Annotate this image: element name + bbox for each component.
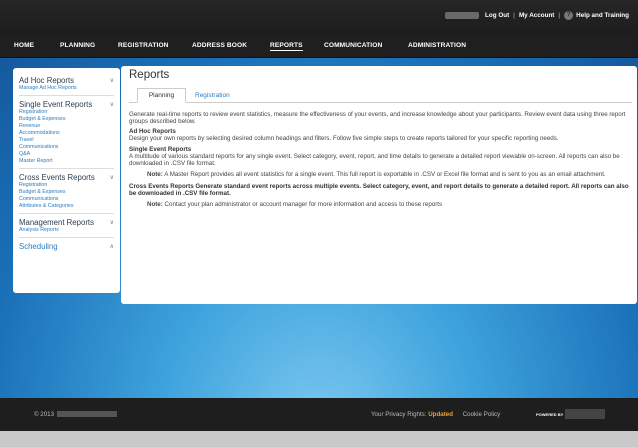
reports-panel: Reports Planning Registration Generate r… xyxy=(121,66,637,304)
sidebar-item-accommodations[interactable]: Accommodations xyxy=(19,130,114,137)
sidebar-item-master-report[interactable]: Master Report xyxy=(19,158,114,165)
bottom-strip xyxy=(0,431,638,447)
page-title: Reports xyxy=(129,69,170,81)
company-name-redacted xyxy=(57,411,118,418)
tab-registration[interactable]: Registration xyxy=(195,92,230,99)
nav-reports[interactable]: REPORTS xyxy=(270,42,303,51)
sidebar-heading-ad-hoc[interactable]: Ad Hoc Reports ∨ xyxy=(19,76,114,85)
sidebar-item-communications[interactable]: Communications xyxy=(19,144,114,151)
sidebar-section-ad-hoc: Ad Hoc Reports ∨ Manage Ad Hoc Reports xyxy=(19,76,114,96)
top-utility-bar: Log Out | My Account | ? Help and Traini… xyxy=(0,0,638,34)
sidebar-item-qa[interactable]: Q&A xyxy=(19,151,114,158)
reports-sidebar: Ad Hoc Reports ∨ Manage Ad Hoc Reports S… xyxy=(13,68,120,293)
sidebar-heading-management[interactable]: Management Reports ∨ xyxy=(19,218,114,227)
adhoc-heading: Ad Hoc Reports xyxy=(129,128,176,135)
content-stage: Ad Hoc Reports ∨ Manage Ad Hoc Reports S… xyxy=(0,58,638,398)
contact-note: Note: Contact your plan administrator or… xyxy=(147,201,443,208)
powered-by-logo-redacted xyxy=(565,409,606,419)
sidebar-section-cross-events: Cross Events Reports ∨ Registration Budg… xyxy=(19,173,114,214)
chevron-up-icon[interactable]: ∧ xyxy=(110,243,114,250)
sidebar-item-travel[interactable]: Travel xyxy=(19,137,114,144)
nav-administration[interactable]: ADMINISTRATION xyxy=(408,42,466,49)
adhoc-text: Design your own reports by selecting des… xyxy=(129,135,559,142)
nav-registration[interactable]: REGISTRATION xyxy=(118,42,169,49)
intro-text: Generate real-time reports to review eve… xyxy=(129,111,626,125)
privacy-links: Your Privacy Rights: Updated Cookie Poli… xyxy=(371,411,500,418)
sidebar-item-cross-budget[interactable]: Budget & Expenses xyxy=(19,189,114,196)
single-event-heading: Single Event Reports xyxy=(129,146,192,153)
copyright: © 2013 xyxy=(34,411,118,418)
cookie-policy-link[interactable]: Cookie Policy xyxy=(463,411,501,418)
help-training-link[interactable]: Help and Training xyxy=(576,12,629,19)
sidebar-section-single-event: Single Event Reports ∨ Registration Budg… xyxy=(19,100,114,169)
updated-badge[interactable]: Updated xyxy=(428,411,453,418)
sidebar-item-budget[interactable]: Budget & Expenses xyxy=(19,116,114,123)
chevron-down-icon[interactable]: ∨ xyxy=(110,101,114,108)
chevron-down-icon[interactable]: ∨ xyxy=(110,219,114,226)
sidebar-item-cross-communications[interactable]: Communications xyxy=(19,196,114,203)
username-redacted xyxy=(445,11,480,19)
utility-links: Log Out | My Account | ? Help and Traini… xyxy=(445,9,629,21)
reports-description: Generate real-time reports to review eve… xyxy=(129,111,632,211)
sidebar-section-scheduling: Scheduling ∧ xyxy=(19,242,114,254)
sidebar-item-manage-ad-hoc[interactable]: Manage Ad Hoc Reports xyxy=(19,85,114,92)
nav-address-book[interactable]: ADDRESS BOOK xyxy=(192,42,247,49)
sidebar-section-management: Management Reports ∨ Analysis Reports xyxy=(19,218,114,238)
sidebar-heading-scheduling[interactable]: Scheduling ∧ xyxy=(19,242,114,251)
help-icon[interactable]: ? xyxy=(564,10,574,20)
sidebar-item-revenue[interactable]: Revenue xyxy=(19,123,114,130)
powered-by: POWERED BY xyxy=(536,409,606,419)
footer: © 2013 Your Privacy Rights: Updated Cook… xyxy=(0,398,638,431)
nav-home[interactable]: HOME xyxy=(14,42,34,49)
sidebar-item-attributes[interactable]: Attributes & Categories xyxy=(19,203,114,210)
sidebar-heading-single-event[interactable]: Single Event Reports ∨ xyxy=(19,100,114,109)
single-event-text: A multitude of various standard reports … xyxy=(129,153,620,167)
sidebar-item-registration[interactable]: Registration xyxy=(19,109,114,116)
logout-link[interactable]: Log Out xyxy=(485,12,509,19)
nav-communication[interactable]: COMMUNICATION xyxy=(324,42,382,49)
report-tabs: Planning Registration xyxy=(129,88,632,103)
privacy-rights-link[interactable]: Your Privacy Rights: xyxy=(371,411,426,418)
master-report-note: Note: A Master Report provides all event… xyxy=(147,171,606,178)
nav-planning[interactable]: PLANNING xyxy=(60,42,95,49)
main-nav: HOME PLANNING REGISTRATION ADDRESS BOOK … xyxy=(0,34,638,58)
sidebar-heading-cross-events[interactable]: Cross Events Reports ∨ xyxy=(19,173,114,182)
tab-planning[interactable]: Planning xyxy=(137,88,186,103)
chevron-down-icon[interactable]: ∨ xyxy=(110,174,114,181)
sidebar-item-analysis-reports[interactable]: Analysis Reports xyxy=(19,227,114,234)
cross-events-text: Cross Events Reports Generate standard e… xyxy=(129,183,629,197)
my-account-link[interactable]: My Account xyxy=(519,12,554,19)
chevron-down-icon[interactable]: ∨ xyxy=(110,77,114,84)
sidebar-item-cross-registration[interactable]: Registration xyxy=(19,182,114,189)
